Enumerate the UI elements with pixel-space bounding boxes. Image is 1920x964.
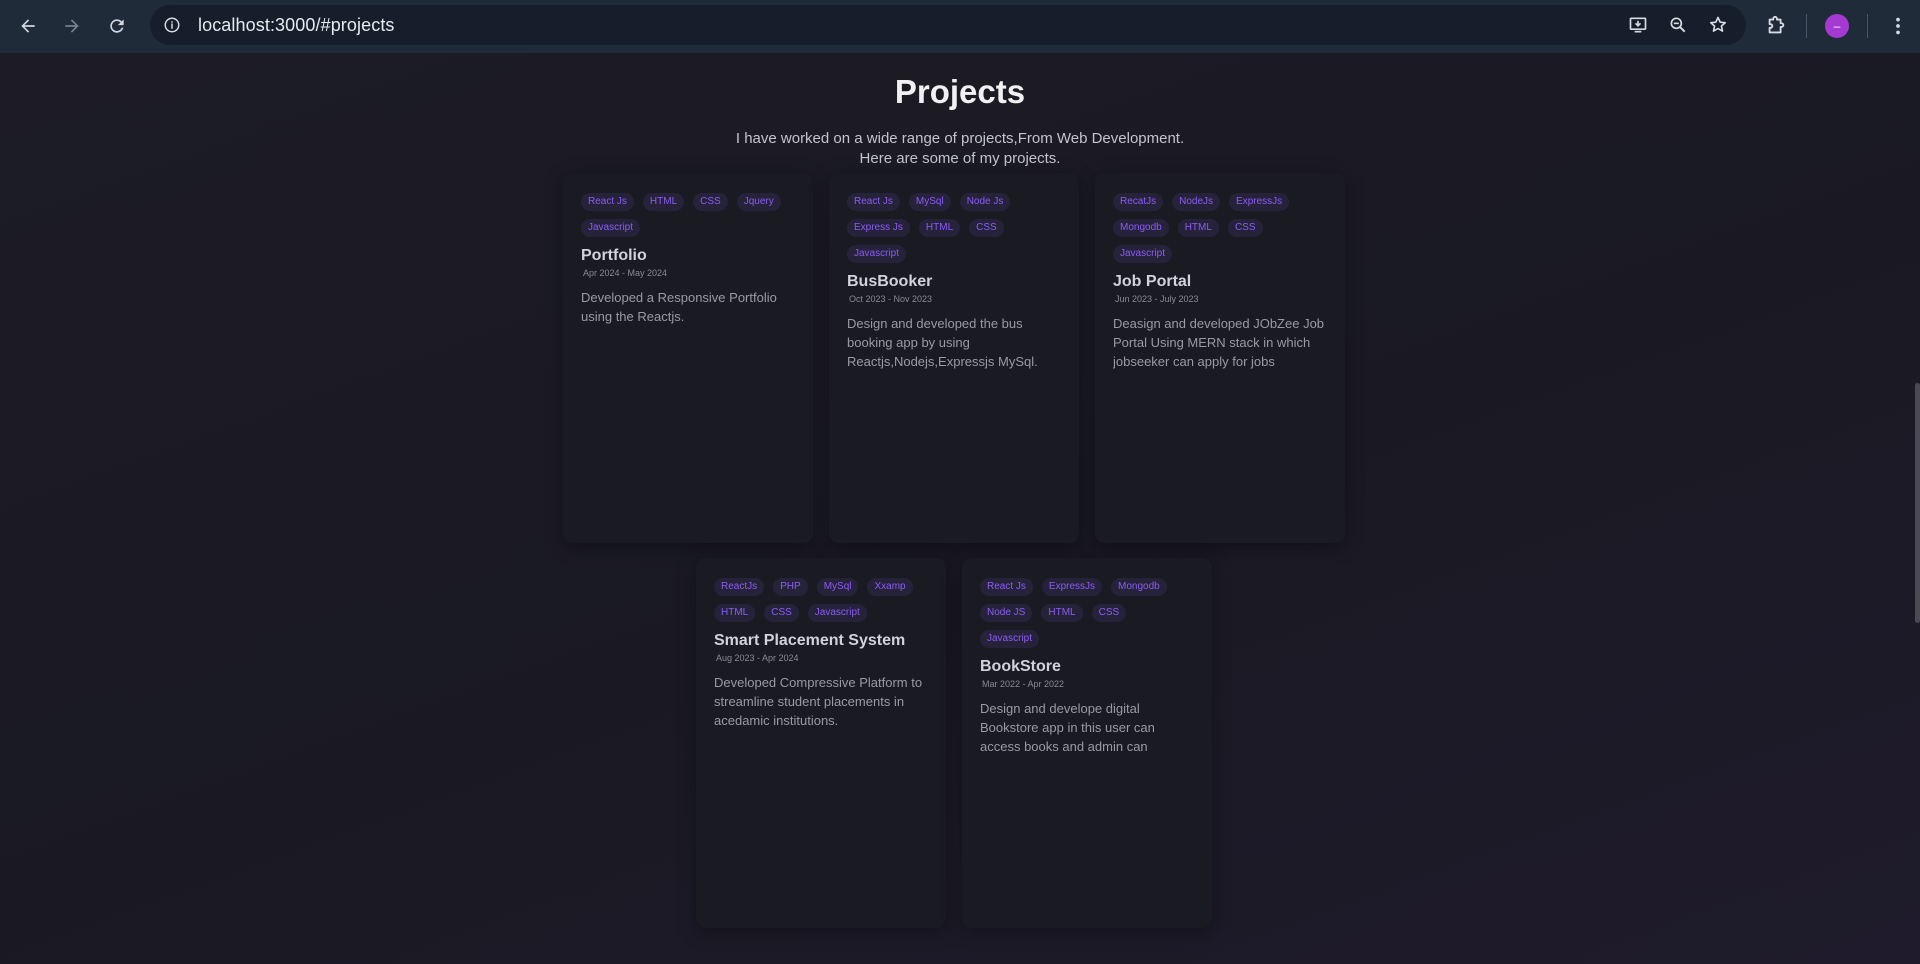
tech-tag: HTML bbox=[642, 193, 685, 211]
install-app-button[interactable] bbox=[1622, 9, 1654, 41]
arrow-left-icon bbox=[21, 19, 35, 33]
section-description-line: Here are some of my projects. bbox=[859, 150, 1061, 167]
tech-tag: Mongodb bbox=[1113, 219, 1169, 237]
projects-section: Projects I have worked on a wide range o… bbox=[0, 53, 1920, 964]
tech-tag: React Js bbox=[980, 578, 1033, 596]
tech-tag: CSS bbox=[764, 604, 799, 622]
tech-tag: MySql bbox=[908, 193, 951, 211]
tech-tag: HTML bbox=[918, 219, 961, 237]
tech-tag: PHP bbox=[773, 578, 808, 596]
tech-tag: HTML bbox=[714, 604, 756, 622]
tech-tag: HTML bbox=[1041, 604, 1083, 622]
project-card-bookstore[interactable]: React Js ExpressJs Mongodb Node JS HTML … bbox=[962, 558, 1212, 928]
tech-tag: RecatJs bbox=[1113, 193, 1164, 211]
page-scrollbar[interactable] bbox=[1915, 383, 1920, 623]
project-date: Apr 2024 - May 2024 bbox=[583, 268, 668, 278]
project-description: Deasign and developed JObZee Job Portal … bbox=[1113, 316, 1325, 369]
tech-tag: Javascript bbox=[807, 604, 867, 622]
section-description-line: I have worked on a wide range of project… bbox=[735, 130, 1185, 147]
tech-tag: Jquery bbox=[736, 193, 781, 211]
arrow-right-icon bbox=[65, 19, 79, 33]
project-description: Design and develope digital Bookstore ap… bbox=[980, 701, 1155, 754]
tech-tag: Mongodb bbox=[1111, 578, 1167, 596]
info-icon bbox=[164, 17, 180, 33]
project-date: Aug 2023 - Apr 2024 bbox=[716, 653, 799, 663]
reload-icon bbox=[110, 19, 124, 33]
tech-tag: MySql bbox=[816, 578, 859, 596]
project-description: Design and developed the bus booking app… bbox=[847, 316, 1038, 369]
tech-tag: Javascript bbox=[581, 219, 641, 237]
site-info-button[interactable] bbox=[156, 9, 188, 41]
tech-tag: Javascript bbox=[1113, 245, 1173, 263]
project-title: BookStore bbox=[980, 658, 1061, 675]
tech-tag: ExpressJs bbox=[1041, 578, 1103, 596]
project-title: Job Portal bbox=[1113, 273, 1192, 290]
puzzle-icon bbox=[1768, 15, 1785, 34]
section-title: Projects bbox=[894, 73, 1026, 110]
avatar: – bbox=[1825, 14, 1849, 38]
project-date: Oct 2023 - Nov 2023 bbox=[849, 294, 933, 304]
bookmark-button[interactable] bbox=[1702, 9, 1734, 41]
tag-list: ReactJs PHP MySql Xxamp HTML CSS Javascr… bbox=[714, 578, 928, 622]
project-title: Portfolio bbox=[581, 247, 647, 264]
tech-tag: Express Js bbox=[847, 219, 910, 237]
toolbar-divider bbox=[1806, 14, 1807, 38]
tech-tag: NodeJs bbox=[1172, 193, 1221, 211]
reload-button[interactable] bbox=[95, 4, 139, 48]
browser-toolbar: localhost:3000/#projects – bbox=[0, 0, 1920, 53]
more-vertical-icon bbox=[1896, 17, 1900, 35]
tech-tag: Node Js bbox=[959, 193, 1011, 211]
profile-button[interactable]: – bbox=[1815, 4, 1859, 48]
tech-tag: Node JS bbox=[980, 604, 1033, 622]
tech-tag: React Js bbox=[847, 193, 900, 211]
project-card-portfolio[interactable]: React Js HTML CSS Jquery Javascript Port… bbox=[563, 173, 813, 543]
menu-button[interactable] bbox=[1876, 4, 1920, 48]
tech-tag: React Js bbox=[581, 193, 634, 211]
tech-tag: Xxamp bbox=[867, 578, 913, 596]
address-bar[interactable]: localhost:3000/#projects bbox=[150, 5, 1746, 45]
forward-button[interactable] bbox=[50, 4, 94, 48]
tech-tag: HTML bbox=[1177, 219, 1219, 237]
tag-list: React Js ExpressJs Mongodb Node JS HTML … bbox=[980, 578, 1194, 648]
tech-tag: Javascript bbox=[980, 630, 1040, 648]
project-title: Smart Placement System bbox=[714, 632, 906, 649]
tech-tag: ReactJs bbox=[714, 578, 765, 596]
extensions-button[interactable] bbox=[1754, 4, 1798, 48]
tech-tag: CSS bbox=[693, 193, 728, 211]
project-date: Mar 2022 - Apr 2022 bbox=[982, 679, 1065, 689]
tag-list: React Js MySql Node Js Express Js HTML C… bbox=[847, 193, 1061, 263]
project-card-job-portal[interactable]: RecatJs NodeJs ExpressJs Mongodb HTML CS… bbox=[1095, 173, 1345, 543]
project-date: Jun 2023 - July 2023 bbox=[1115, 294, 1199, 304]
back-button[interactable] bbox=[6, 4, 50, 48]
project-card-busbooker[interactable]: React Js MySql Node Js Express Js HTML C… bbox=[829, 173, 1079, 543]
zoom-button[interactable] bbox=[1662, 9, 1694, 41]
url-text[interactable]: localhost:3000/#projects bbox=[198, 15, 395, 36]
tech-tag: CSS bbox=[1091, 604, 1127, 622]
tech-tag: ExpressJs bbox=[1229, 193, 1290, 211]
tech-tag: CSS bbox=[1227, 219, 1263, 237]
tech-tag: Javascript bbox=[847, 245, 907, 263]
install-app-icon bbox=[1629, 17, 1647, 33]
project-description: Developed Compressive Platform to stream… bbox=[714, 675, 923, 728]
project-description: Developed a Responsive Portfolio using t… bbox=[581, 290, 777, 324]
tag-list: RecatJs NodeJs ExpressJs Mongodb HTML CS… bbox=[1113, 193, 1327, 263]
project-card-smart-placement[interactable]: ReactJs PHP MySql Xxamp HTML CSS Javascr… bbox=[696, 558, 946, 928]
zoom-out-icon bbox=[1670, 17, 1686, 33]
star-icon bbox=[1709, 16, 1727, 32]
section-description: I have worked on a wide range of project… bbox=[0, 129, 1920, 169]
tech-tag: CSS bbox=[969, 219, 1004, 237]
project-title: BusBooker bbox=[847, 273, 933, 290]
toolbar-divider bbox=[1867, 14, 1868, 38]
tag-list: React Js HTML CSS Jquery Javascript bbox=[581, 193, 795, 237]
